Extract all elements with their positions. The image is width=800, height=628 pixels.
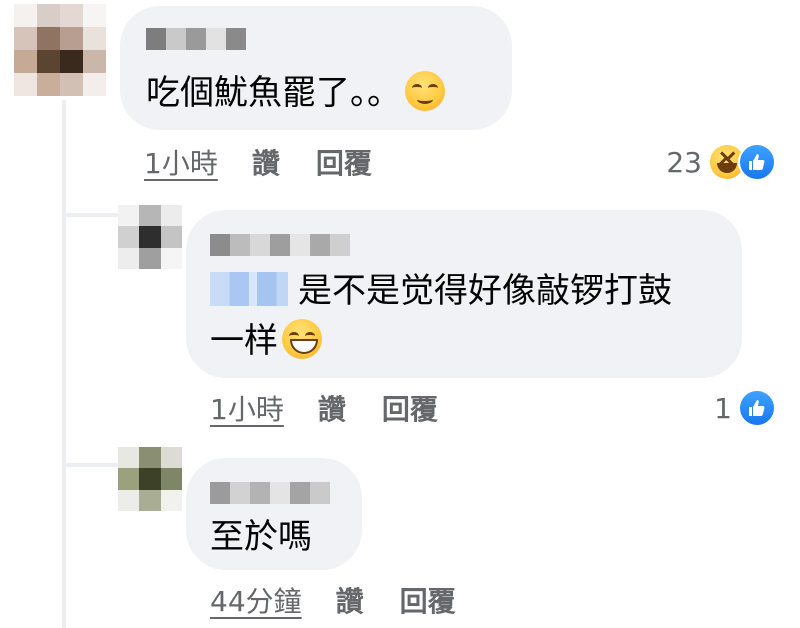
commenter-name-censored[interactable] <box>210 234 350 256</box>
thread-line <box>62 100 66 628</box>
like-button[interactable]: 讚 <box>336 580 364 620</box>
thread-branch-line <box>62 463 124 467</box>
comment-bubble: 吃個魷魚罷了。。 <box>120 6 512 130</box>
commenter-name-censored[interactable] <box>146 28 246 50</box>
timestamp-link[interactable]: 44分鐘 <box>210 580 302 620</box>
comment-text-body: 吃個魷魚罷了。。 <box>146 73 401 113</box>
relieved-face-emoji <box>405 70 445 111</box>
comment-text-body: 至於嗎 <box>210 517 312 557</box>
reaction-summary[interactable]: 23 <box>666 142 776 182</box>
comment-text: 吃個魷魚罷了。。 <box>146 68 445 118</box>
like-icon <box>738 389 776 427</box>
reply-button[interactable]: 回覆 <box>400 580 456 620</box>
avatar[interactable] <box>118 447 182 511</box>
like-button[interactable]: 讚 <box>252 142 280 182</box>
like-icon <box>738 143 776 181</box>
mention-censored[interactable] <box>210 271 288 306</box>
like-button[interactable]: 讚 <box>318 388 346 428</box>
reply-button[interactable]: 回覆 <box>316 142 372 182</box>
comment-bubble: 是不是觉得好像敲锣打鼓 一样 <box>186 210 742 378</box>
comment-bubble: 至於嗎 <box>186 458 362 570</box>
grinning-face-emoji <box>282 318 322 359</box>
timestamp-link[interactable]: 1小時 <box>210 388 284 428</box>
comment-text: 是不是觉得好像敲锣打鼓 一样 <box>210 266 672 366</box>
commenter-name-censored[interactable] <box>210 482 330 504</box>
timestamp-link[interactable]: 1小時 <box>144 142 218 182</box>
comment-text: 至於嗎 <box>210 512 312 562</box>
thread-branch-line <box>62 213 124 217</box>
reaction-summary[interactable]: 1 <box>714 388 776 428</box>
avatar[interactable] <box>118 205 182 269</box>
comment-text-line: 一样 <box>210 321 278 361</box>
avatar[interactable] <box>14 4 106 96</box>
reaction-count: 1 <box>714 391 732 425</box>
comment-text-line: 是不是觉得好像敲锣打鼓 <box>298 271 672 311</box>
comment-actions: 44分鐘 讚 回覆 <box>210 580 456 620</box>
reaction-count: 23 <box>666 145 702 179</box>
comment-actions: 1小時 讚 回覆 <box>210 388 438 428</box>
comment-actions: 1小時 讚 回覆 <box>144 142 372 182</box>
reply-button[interactable]: 回覆 <box>382 388 438 428</box>
